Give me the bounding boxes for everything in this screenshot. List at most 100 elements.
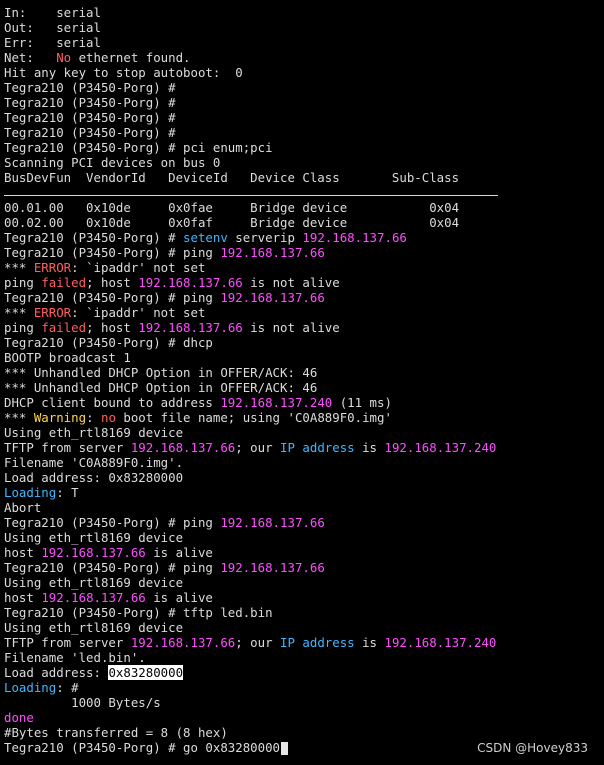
terminal-line: Tegra210 (P3450-Porg) # (4, 125, 604, 140)
terminal-text: ERROR (33, 305, 72, 320)
terminal-line: Tegra210 (P3450-Porg) # (4, 95, 604, 110)
terminal-line: TFTP from server 192.168.137.66; our IP … (4, 635, 604, 650)
terminal-text: 192.168.137.66 (41, 590, 146, 605)
terminal-text: failed (41, 275, 87, 290)
terminal-line: ping failed; host 192.168.137.66 is not … (4, 320, 604, 335)
terminal-line: Net: No ethernet found. (4, 50, 604, 65)
terminal-text: Tegra210 (P3450-Porg) # tftp led.bin (4, 605, 273, 620)
terminal-text: ethernet found. (71, 50, 191, 65)
terminal-line: *** Unhandled DHCP Option in OFFER/ACK: … (4, 380, 604, 395)
terminal-text: No (56, 50, 72, 65)
terminal-line: *** ERROR: `ipaddr' not set (4, 260, 604, 275)
terminal-text: boot file name; using 'C0A889F0.img' (115, 410, 392, 425)
terminal-text: Out: serial (4, 20, 101, 35)
terminal-line: Filename 'C0A889F0.img'. (4, 455, 604, 470)
terminal-line: Tegra210 (P3450-Porg) # pci enum;pci (4, 140, 604, 155)
terminal-text: BOOTP broadcast 1 (4, 350, 131, 365)
terminal-line: Tegra210 (P3450-Porg) # tftp led.bin (4, 605, 604, 620)
terminal-text: is (354, 635, 385, 650)
terminal-text: Tegra210 (P3450-Porg) # ping (4, 245, 221, 260)
terminal-line: Abort (4, 500, 604, 515)
terminal-text: ; our (235, 440, 281, 455)
terminal-text: Filename 'C0A889F0.img'. (4, 455, 184, 470)
terminal-text: Using eth_rtl8169 device (4, 575, 184, 590)
terminal-text: *** Unhandled DHCP Option in OFFER/ACK: … (4, 365, 318, 380)
terminal-text: done (4, 710, 34, 725)
terminal-text: Tegra210 (P3450-Porg) # dhcp (4, 335, 213, 350)
terminal-text: 192.168.137.66 (138, 275, 243, 290)
terminal-text: Using eth_rtl8169 device (4, 425, 184, 440)
terminal-text: *** Unhandled DHCP Option in OFFER/ACK: … (4, 380, 318, 395)
terminal-text: serverip (227, 230, 303, 245)
terminal-text: no (100, 410, 116, 425)
terminal-text: Tegra210 (P3450-Porg) # (4, 230, 184, 245)
terminal-line: Tegra210 (P3450-Porg) # setenv serverip … (4, 230, 604, 245)
terminal-text: Tegra210 (P3450-Porg) # ping (4, 560, 221, 575)
terminal-text: : `ipaddr' not set (71, 260, 206, 275)
terminal-text: 0x83280000 (108, 665, 184, 680)
terminal-text: 192.168.137.240 (220, 395, 333, 410)
terminal-text: In: serial (4, 5, 101, 20)
terminal-text: DHCP client bound to address (4, 395, 221, 410)
terminal-line: BusDevFun VendorId DeviceId Device Class… (4, 170, 604, 185)
terminal-line: host 192.168.137.66 is alive (4, 590, 604, 605)
terminal-text: Scanning PCI devices on bus 0 (4, 155, 221, 170)
terminal-text: TFTP from server (4, 635, 131, 650)
terminal-text: setenv (183, 230, 228, 245)
terminal-line: Using eth_rtl8169 device (4, 530, 604, 545)
terminal-text: 192.168.137.66 (220, 560, 325, 575)
terminal-line: #Bytes transferred = 8 (8 hex) (4, 725, 604, 740)
terminal-text: 192.168.137.66 (220, 515, 325, 530)
terminal-line: BOOTP broadcast 1 (4, 350, 604, 365)
terminal-window[interactable]: { "colors": { "background": "#000000", "… (0, 0, 604, 765)
terminal-text: 192.168.137.240 (384, 440, 497, 455)
terminal-text: Using eth_rtl8169 device (4, 620, 184, 635)
terminal-text: ping (4, 320, 42, 335)
terminal-text: *** (4, 410, 34, 425)
terminal-text: #Bytes transferred = 8 (8 hex) (4, 725, 228, 740)
terminal-text: Using eth_rtl8169 device (4, 530, 184, 545)
terminal-text: : # (56, 680, 79, 695)
terminal-text: IP address (280, 635, 355, 650)
terminal-text: Tegra210 (P3450-Porg) # ping (4, 515, 221, 530)
terminal-line: ping failed; host 192.168.137.66 is not … (4, 275, 604, 290)
terminal-line: *** Unhandled DHCP Option in OFFER/ACK: … (4, 365, 604, 380)
terminal-text: Abort (4, 500, 42, 515)
terminal-line: 1000 Bytes/s (4, 695, 604, 710)
terminal-text: Filename 'led.bin'. (4, 650, 146, 665)
terminal-text: (11 ms) (332, 395, 392, 410)
terminal-line: 00.01.00 0x10de 0x0fae Bridge device 0x0… (4, 200, 604, 215)
terminal-text: Net: (4, 50, 57, 65)
terminal-line: 00.02.00 0x10de 0x0faf Bridge device 0x0… (4, 215, 604, 230)
terminal-line: Out: serial (4, 20, 604, 35)
terminal-line: Loading: # (4, 680, 604, 695)
terminal-text: 192.168.137.66 (302, 230, 407, 245)
terminal-output[interactable]: In: serial Out: serial Err: serial Net: No … (4, 5, 604, 755)
terminal-text: 192.168.137.66 (220, 245, 325, 260)
terminal-line: Using eth_rtl8169 device (4, 575, 604, 590)
terminal-line: Err: serial (4, 35, 604, 50)
terminal-text: 192.168.137.240 (384, 635, 497, 650)
terminal-text: Load address: (4, 665, 109, 680)
watermark: CSDN @Hovey833 (477, 741, 588, 755)
terminal-text: 192.168.137.66 (220, 290, 325, 305)
terminal-line: *** Warning: no boot file name; using 'C… (4, 410, 604, 425)
terminal-line: Tegra210 (P3450-Porg) # ping 192.168.137… (4, 245, 604, 260)
terminal-text: is not alive (242, 320, 340, 335)
terminal-text: Err: serial (4, 35, 101, 50)
terminal-text: Hit any key to stop autoboot: 0 (4, 65, 243, 80)
terminal-text: 192.168.137.66 (130, 635, 236, 650)
terminal-text: Loading (4, 485, 57, 500)
terminal-line: Using eth_rtl8169 device (4, 620, 604, 635)
terminal-text: 1000 Bytes/s (4, 695, 161, 710)
terminal-text: Tegra210 (P3450-Porg) # (4, 125, 176, 140)
terminal-line: In: serial (4, 5, 604, 20)
terminal-text: Tegra210 (P3450-Porg) # ping (4, 290, 221, 305)
terminal-text: 192.168.137.66 (130, 440, 236, 455)
terminal-line: Hit any key to stop autoboot: 0 (4, 65, 604, 80)
terminal-text: Load address: 0x83280000 (4, 470, 184, 485)
terminal-line: Load address: 0x83280000 (4, 470, 604, 485)
terminal-text: Loading (4, 680, 57, 695)
terminal-text: Tegra210 (P3450-Porg) # (4, 80, 176, 95)
